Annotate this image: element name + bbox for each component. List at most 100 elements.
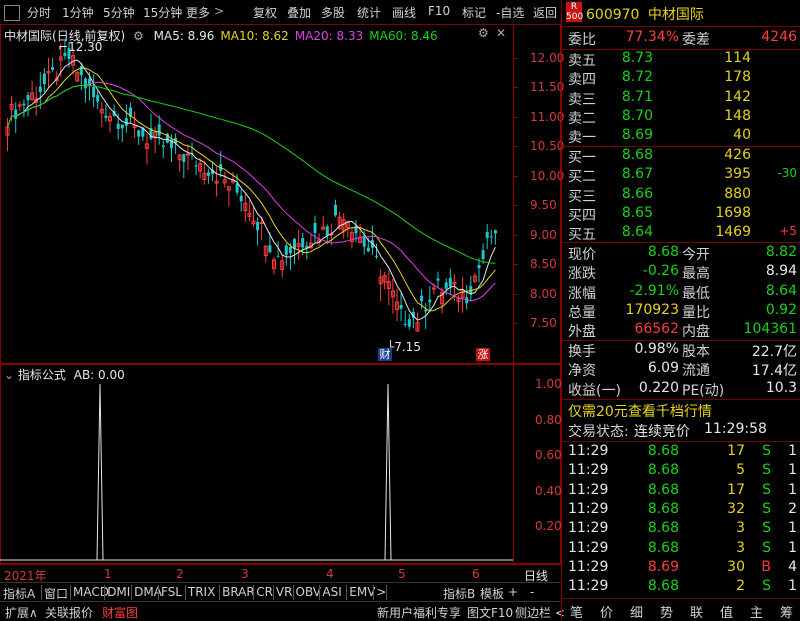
diejia-button[interactable]: 叠加 xyxy=(287,4,311,21)
tick-row[interactable]: 11:29 8.68 2 S 1 xyxy=(562,578,800,597)
limit-up-marker[interactable]: 涨 xyxy=(476,348,490,361)
ind-tick-label: 0.80 xyxy=(535,412,562,427)
indicator-chart[interactable] xyxy=(0,380,513,562)
side-tab-4[interactable]: 联 xyxy=(690,602,703,621)
indicator-tab-7[interactable]: BRAR xyxy=(222,585,255,599)
indicator-tab-12[interactable]: EMV xyxy=(349,585,375,599)
candle-body-down xyxy=(83,78,87,89)
gear-icon[interactable]: ⚙ xyxy=(478,26,489,40)
chevron-right-icon[interactable]: > xyxy=(214,4,224,18)
side-tab-3[interactable]: 势 xyxy=(660,602,673,621)
f10-graphic-tab[interactable]: 图文F10 xyxy=(467,604,513,621)
tick-row[interactable]: 11:29 8.68 17 S 1 xyxy=(562,443,800,462)
expand-tab[interactable]: 扩展∧ xyxy=(5,604,38,621)
indicator-tab-10[interactable]: OBV xyxy=(296,585,322,599)
tick-side: B xyxy=(761,558,771,575)
candle-body-down xyxy=(477,265,481,269)
related-quote-tab[interactable]: 关联报价 xyxy=(45,604,93,621)
weibi-label: 委比 xyxy=(568,32,596,48)
promo-text[interactable]: 仅需20元查看千档行情 xyxy=(568,401,712,421)
promo-row[interactable]: 仅需20元查看千档行情 xyxy=(562,401,800,420)
side-tab-0[interactable]: 笔 xyxy=(570,602,583,621)
kline-chart[interactable] xyxy=(0,40,513,360)
indicator-tab-3[interactable]: DMI xyxy=(107,585,130,599)
tick-row[interactable]: 11:29 8.68 5 S 1 xyxy=(562,462,800,481)
stat-value: -0.26 xyxy=(642,263,679,280)
biaoji-button[interactable]: 标记 xyxy=(462,4,486,21)
new-user-promo-tab[interactable]: 新用户福利专享 xyxy=(377,604,461,621)
indicator-tab-9[interactable]: VR xyxy=(276,585,293,599)
fundamental-row: 收益(一) 0.220 PE(动) 10.3 xyxy=(562,380,800,399)
tick-volume: 30 xyxy=(727,558,745,575)
f10-button[interactable]: F10 xyxy=(428,4,450,18)
buy-level-row[interactable]: 买一 8.68 426 xyxy=(562,147,800,166)
indicator-tab-1[interactable]: 窗口 xyxy=(44,585,68,602)
sell-level-label: 卖二 xyxy=(568,110,596,127)
candle-body-down xyxy=(51,67,55,70)
buy-level-row[interactable]: 买五 8.64 1469 +5 xyxy=(562,224,800,243)
tab-5min[interactable]: 5分钟 xyxy=(103,4,135,21)
y-tick-mark xyxy=(513,175,518,177)
stock-header[interactable]: 600970 中材国际 xyxy=(586,4,704,24)
candle-body-down xyxy=(161,145,165,147)
tab-15min[interactable]: 15分钟 xyxy=(143,4,182,21)
fundamental-label: 净资 xyxy=(568,363,596,380)
tick-row[interactable]: 11:29 8.68 3 S 1 xyxy=(562,520,800,539)
remove-tab-button[interactable]: - xyxy=(530,585,534,599)
sell-level-volume: 148 xyxy=(724,107,751,124)
fuquan-button[interactable]: 复权 xyxy=(253,4,277,21)
indicator-tab-8[interactable]: CR xyxy=(256,585,273,599)
menu-square-icon[interactable] xyxy=(4,5,20,21)
tab-1min[interactable]: 1分钟 xyxy=(62,4,94,21)
side-tab-7[interactable]: 筹 xyxy=(780,602,793,621)
tick-row[interactable]: 11:29 8.68 3 S 1 xyxy=(562,540,800,559)
sell-level-row[interactable]: 卖二 8.70 148 xyxy=(562,108,800,127)
side-tab-1[interactable]: 价 xyxy=(600,602,613,621)
sidebar-toggle-tab[interactable]: 侧边栏 < xyxy=(515,604,565,621)
indicator-tab-6[interactable]: TRIX xyxy=(188,585,215,599)
tick-row[interactable]: 11:29 8.69 30 B 4 xyxy=(562,559,800,578)
indicator-tab-11[interactable]: ASI xyxy=(322,585,341,599)
buy-level-row[interactable]: 买四 8.65 1698 xyxy=(562,205,800,224)
tick-volume: 3 xyxy=(736,520,745,537)
stat-value: 104361 xyxy=(743,321,797,338)
remove-favorite-button[interactable]: -自选 xyxy=(496,4,524,21)
tab-fenshi[interactable]: 分时 xyxy=(27,4,51,21)
candle-body-down xyxy=(256,222,260,231)
ind-tick-label: 0.20 xyxy=(535,519,562,534)
sell-level-row[interactable]: 卖三 8.71 142 xyxy=(562,89,800,108)
stat-label: 内盘 xyxy=(682,324,710,341)
tick-volume: 17 xyxy=(727,443,745,459)
indicator-tab-5[interactable]: FSL xyxy=(161,585,182,599)
tick-row[interactable]: 11:29 8.68 17 S 1 xyxy=(562,482,800,501)
tab-more[interactable]: 更多 xyxy=(186,4,210,21)
indicator-spike xyxy=(384,383,392,561)
back-button[interactable]: 返回 xyxy=(533,4,557,21)
indicator-b-tab[interactable]: 指标B xyxy=(443,585,475,602)
indicator-tab-0[interactable]: 指标A xyxy=(3,585,35,602)
stock-code: 600970 xyxy=(586,7,640,23)
candle-body-down xyxy=(26,95,30,101)
candle-body-down xyxy=(284,245,288,255)
sell-level-row[interactable]: 卖一 8.69 40 xyxy=(562,127,800,146)
template-tab[interactable]: 模板 xyxy=(480,585,504,602)
buy-level-row[interactable]: 买二 8.67 395 -30 xyxy=(562,166,800,185)
fundamental-row: 换手 0.98% 股本 22.7亿 xyxy=(562,341,800,360)
wealth-chart-tab[interactable]: 财富图 xyxy=(102,604,138,621)
add-tab-button[interactable]: + xyxy=(508,585,518,599)
tick-row[interactable]: 11:29 8.68 32 S 2 xyxy=(562,501,800,520)
side-tab-2[interactable]: 细 xyxy=(630,602,643,621)
duogu-button[interactable]: 多股 xyxy=(321,4,345,21)
buy-level-row[interactable]: 买三 8.66 880 xyxy=(562,186,800,205)
close-icon[interactable]: ✕ xyxy=(496,26,506,40)
side-tab-6[interactable]: 主 xyxy=(750,602,763,621)
tongji-button[interactable]: 统计 xyxy=(357,4,381,21)
candle-body-down xyxy=(239,195,243,202)
huaxian-button[interactable]: 画线 xyxy=(392,4,416,21)
sell-level-row[interactable]: 卖五 8.73 114 xyxy=(562,50,800,69)
side-tab-5[interactable]: 值 xyxy=(720,602,733,621)
y-tick-label: 9.00 xyxy=(530,227,557,242)
sell-level-row[interactable]: 卖四 8.72 178 xyxy=(562,69,800,88)
y-tick-mark xyxy=(513,293,518,295)
finance-event-marker[interactable]: 财 xyxy=(378,348,392,361)
